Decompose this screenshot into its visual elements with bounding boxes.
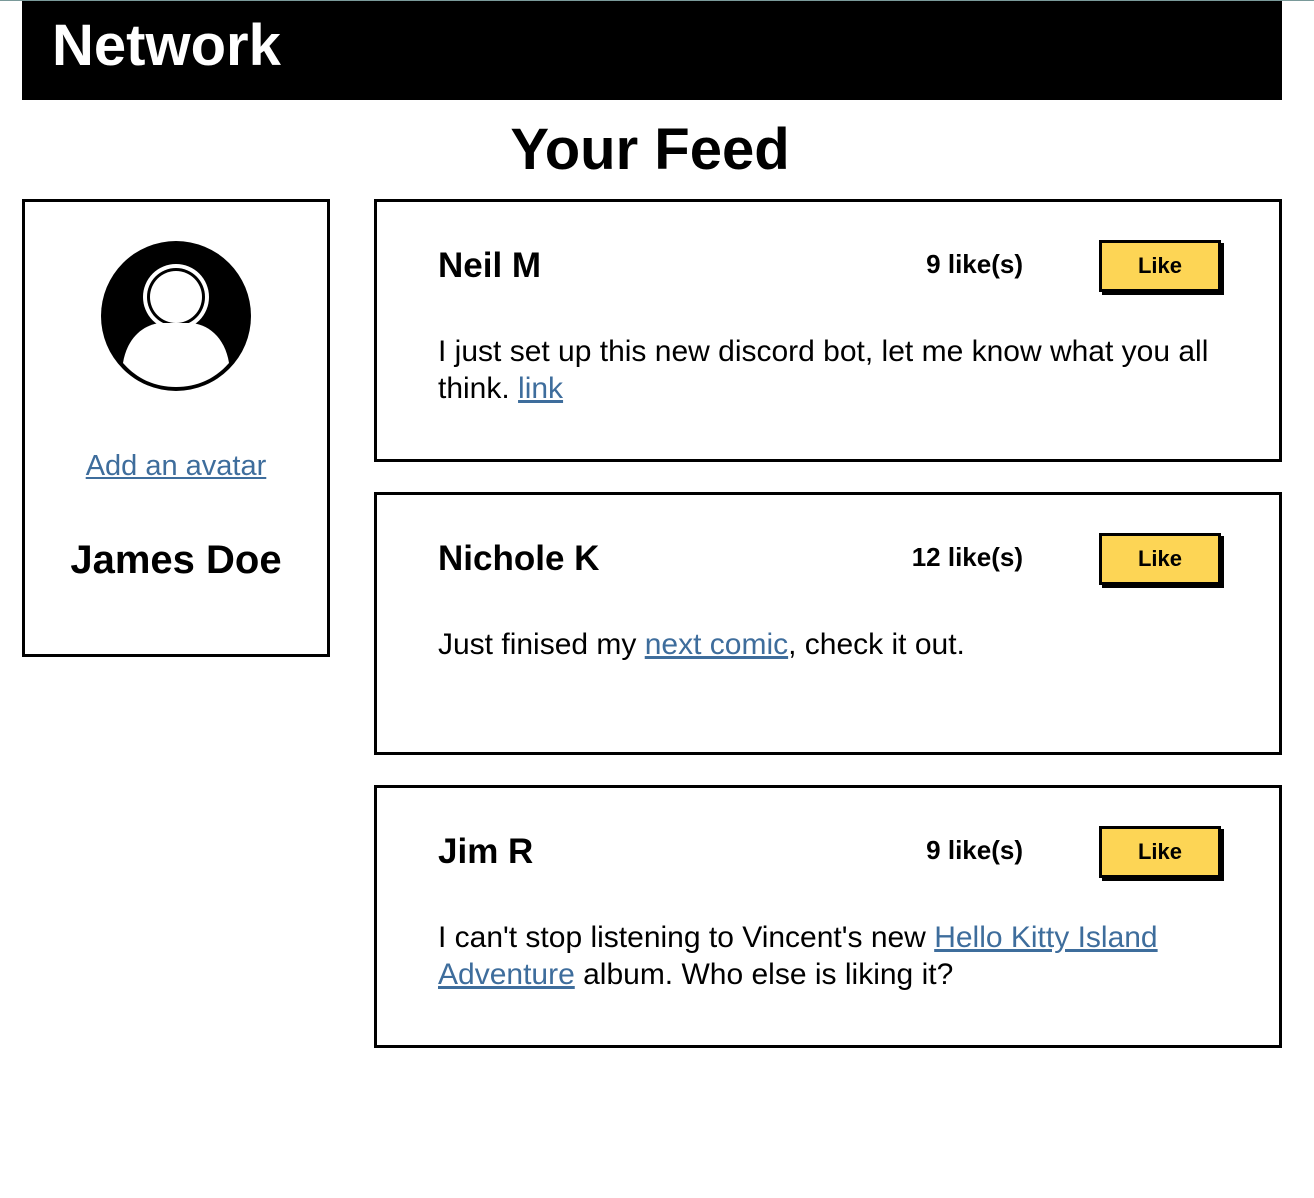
user-circle-icon [101,241,251,391]
brand-title[interactable]: Network [52,17,281,75]
add-avatar-link[interactable]: Add an avatar [25,450,327,483]
like-button[interactable]: Like [1099,240,1221,292]
post-author: Neil M [438,246,542,285]
feed-post: Jim R 9 like(s) Like I can't stop listen… [374,785,1282,1048]
like-button[interactable]: Like [1099,533,1221,585]
post-body: Just finised my next comic, check it out… [438,626,1268,663]
post-body: I can't stop listening to Vincent's new … [438,919,1268,993]
post-body: I just set up this new discord bot, let … [438,333,1268,407]
navbar: Network [22,1,1282,100]
post-link[interactable]: next comic [645,628,788,661]
post-link[interactable]: link [518,372,563,405]
like-count: 9 like(s) [926,835,1023,865]
page-title: Your Feed [510,117,790,182]
post-author: Nichole K [438,539,600,578]
feed-post: Nichole K 12 like(s) Like Just finised m… [374,492,1282,755]
post-text: Just finised my [438,628,645,661]
like-button[interactable]: Like [1099,826,1221,878]
post-author: Jim R [438,832,534,871]
like-count: 9 like(s) [926,249,1023,279]
feed-post: Neil M 9 like(s) Like I just set up this… [374,199,1282,462]
profile-card: Add an avatar James Doe [22,199,330,657]
post-text-after: album. Who else is liking it? [574,958,954,991]
post-text-after: , check it out. [788,628,965,661]
like-count: 12 like(s) [911,542,1023,572]
profile-name: James Doe [70,538,282,582]
post-text: I can't stop listening to Vincent's new [438,921,935,954]
